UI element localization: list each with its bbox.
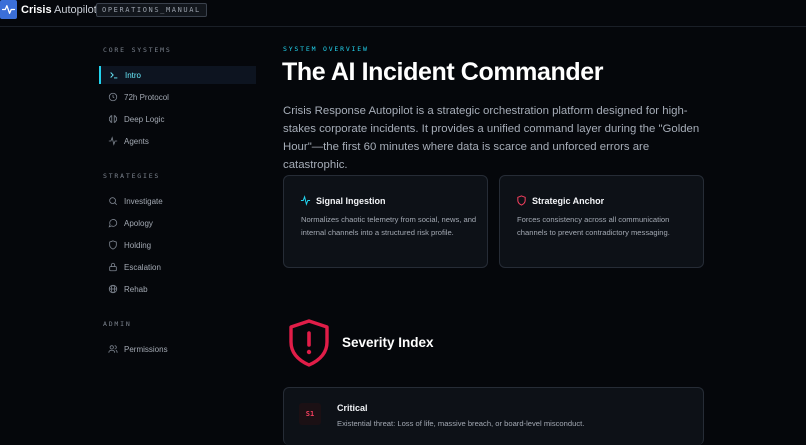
terminal-icon [109,70,119,80]
card-body: Forces consistency across all communicat… [517,215,670,237]
section-title-strategies: STRATEGIES [103,172,161,180]
sidebar-item-permissions[interactable]: Permissions [99,340,256,358]
activity-icon [300,195,311,206]
sidebar-item-label: Apology [124,218,153,228]
globe-icon [108,284,118,294]
severity-name: Critical [337,403,368,413]
manual-badge: OPERATIONS_MANUAL [96,3,207,17]
sidebar-item-escalation[interactable]: Escalation [99,258,256,276]
severity-index-title: Severity Index [342,335,434,350]
intro-paragraph: Crisis Response Autopilot is a strategic… [283,105,700,171]
shield-alert-icon [289,319,329,367]
section-eyebrow: SYSTEM OVERVIEW [283,45,369,53]
sidebar-item-investigate[interactable]: Investigate [99,192,256,210]
sidebar-item-label: Permissions [124,344,168,354]
card-title: Signal Ingestion [316,195,386,206]
page-title: The AI Incident Commander [282,58,604,86]
brand-rest: Autopilot [54,4,97,16]
severity-tag: S1 [299,403,321,425]
logo-activity-icon[interactable] [0,0,17,19]
top-bar: Crisis Autopilot OPERATIONS_MANUAL [0,0,806,27]
app-brand[interactable]: Crisis Autopilot [21,3,97,17]
card-title: Strategic Anchor [532,195,605,206]
sidebar-item-holding[interactable]: Holding [99,236,256,254]
activity-icon [108,136,118,146]
message-circle-icon [108,218,118,228]
sidebar-item-72h-protocol[interactable]: 72h Protocol [99,88,256,106]
brain-icon [108,114,118,124]
lock-icon [108,262,118,272]
sidebar-item-deep-logic[interactable]: Deep Logic [99,110,256,128]
sidebar-item-label: 72h Protocol [124,92,169,102]
search-icon [108,196,118,206]
sidebar-item-label: Holding [124,240,152,250]
severity-level-card[interactable]: S1 Critical Existential threat: Loss of … [283,387,704,445]
sidebar-item-agents[interactable]: Agents [99,132,256,150]
brand-bold: Crisis [21,4,52,16]
sidebar-item-label: Intro [125,70,142,80]
shield-icon [108,240,118,250]
feature-card-strategic-anchor: Strategic Anchor Forces consistency acro… [499,175,704,268]
sidebar-item-label: Agents [124,136,149,146]
clock-icon [108,92,118,102]
feature-card-signal-ingestion: Signal Ingestion Normalizes chaotic tele… [283,175,488,268]
users-icon [108,344,118,354]
shield-icon [517,195,526,206]
section-title-admin: ADMIN [103,320,132,328]
section-title-core-systems: CORE SYSTEMS [103,46,172,54]
sidebar-item-label: Escalation [124,262,161,272]
sidebar-item-label: Deep Logic [124,114,165,124]
severity-description: Existential threat: Loss of life, massiv… [337,419,585,428]
card-header: Signal Ingestion [300,195,386,206]
sidebar-item-label: Investigate [124,196,163,206]
sidebar-item-intro[interactable]: Intro [99,66,256,84]
sidebar-item-apology[interactable]: Apology [99,214,256,232]
card-body: Normalizes chaotic telemetry from social… [301,215,477,237]
card-header: Strategic Anchor [516,195,604,206]
sidebar-item-label: Rehab [124,284,148,294]
sidebar-item-rehab[interactable]: Rehab [99,280,256,298]
